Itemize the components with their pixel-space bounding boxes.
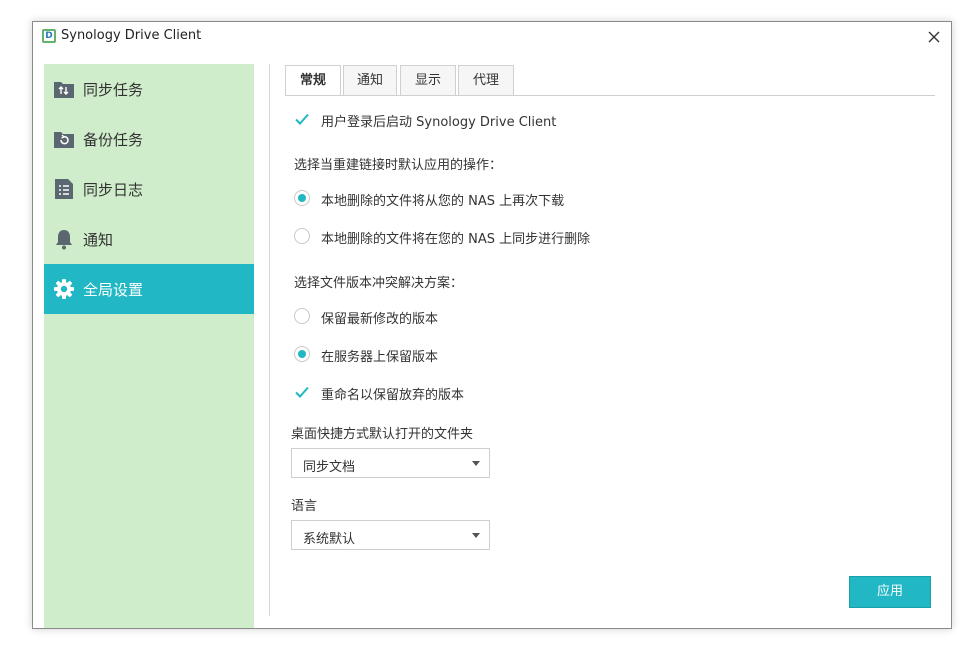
shortcut-folder-select[interactable]: 同步文档: [291, 448, 490, 478]
conflict-keep-latest-radio[interactable]: [294, 308, 310, 324]
app-window: D Synology Drive Client 同步任务 备份任务 同步日志 通…: [32, 21, 952, 629]
language-heading: 语言: [291, 499, 318, 514]
sidebar-item-sync-tasks[interactable]: 同步任务: [44, 64, 254, 114]
chevron-down-icon: [472, 461, 480, 466]
autostart-label: 用户登录后启动 Synology Drive Client: [321, 115, 557, 130]
sidebar-item-notifications[interactable]: 通知: [44, 214, 254, 264]
conflict-heading: 选择文件版本冲突解决方案：: [294, 276, 464, 291]
chevron-down-icon: [472, 533, 480, 538]
sidebar: 同步任务 备份任务 同步日志 通知 全局设置: [44, 64, 254, 628]
relink-delete-label: 本地删除的文件将在您的 NAS 上同步进行删除: [321, 232, 591, 247]
title-bar: D Synology Drive Client: [33, 22, 951, 52]
apply-button[interactable]: 应用: [849, 576, 931, 608]
checkmark-icon: [295, 386, 309, 398]
close-button[interactable]: [923, 26, 945, 48]
conflict-keep-server-label: 在服务器上保留版本: [321, 350, 439, 365]
tab-display[interactable]: 显示: [400, 65, 456, 95]
tab-notifications[interactable]: 通知: [343, 65, 397, 95]
relink-redownload-label: 本地删除的文件将从您的 NAS 上再次下载: [321, 194, 565, 209]
checkmark-icon: [295, 113, 309, 125]
sidebar-item-label: 同步任务: [83, 80, 144, 99]
close-icon: [928, 31, 940, 43]
shortcut-heading: 桌面快捷方式默认打开的文件夹: [291, 427, 474, 442]
language-select[interactable]: 系统默认: [291, 520, 490, 550]
log-icon: [53, 178, 75, 200]
tab-general[interactable]: 常规: [285, 65, 341, 96]
sidebar-item-label: 同步日志: [83, 180, 144, 199]
rename-checkbox[interactable]: [294, 384, 310, 400]
tab-underline: [285, 95, 935, 96]
sidebar-item-label: 全局设置: [83, 280, 144, 299]
relink-heading: 选择当重建链接时默认应用的操作：: [294, 158, 503, 173]
gear-icon: [53, 278, 75, 300]
autostart-checkbox[interactable]: [294, 111, 310, 127]
relink-redownload-radio[interactable]: [294, 190, 310, 206]
sidebar-item-global-settings[interactable]: 全局设置: [44, 264, 254, 314]
backup-folder-icon: [53, 128, 75, 150]
rename-label: 重命名以保留放弃的版本: [321, 388, 465, 403]
sidebar-item-backup-tasks[interactable]: 备份任务: [44, 114, 254, 164]
conflict-keep-latest-label: 保留最新修改的版本: [321, 312, 439, 327]
language-value: 系统默认: [303, 532, 356, 547]
bell-icon: [53, 228, 75, 250]
synology-drive-logo-icon: D: [42, 29, 56, 43]
relink-delete-radio[interactable]: [294, 228, 310, 244]
sidebar-item-sync-log[interactable]: 同步日志: [44, 164, 254, 214]
panel-divider: [269, 64, 270, 616]
window-title: Synology Drive Client: [61, 28, 202, 43]
conflict-keep-server-radio[interactable]: [294, 346, 310, 362]
shortcut-folder-value: 同步文档: [303, 460, 356, 475]
tab-proxy[interactable]: 代理: [458, 65, 514, 95]
sync-folder-icon: [53, 78, 75, 100]
sidebar-item-label: 备份任务: [83, 130, 144, 149]
sidebar-item-label: 通知: [83, 230, 114, 249]
